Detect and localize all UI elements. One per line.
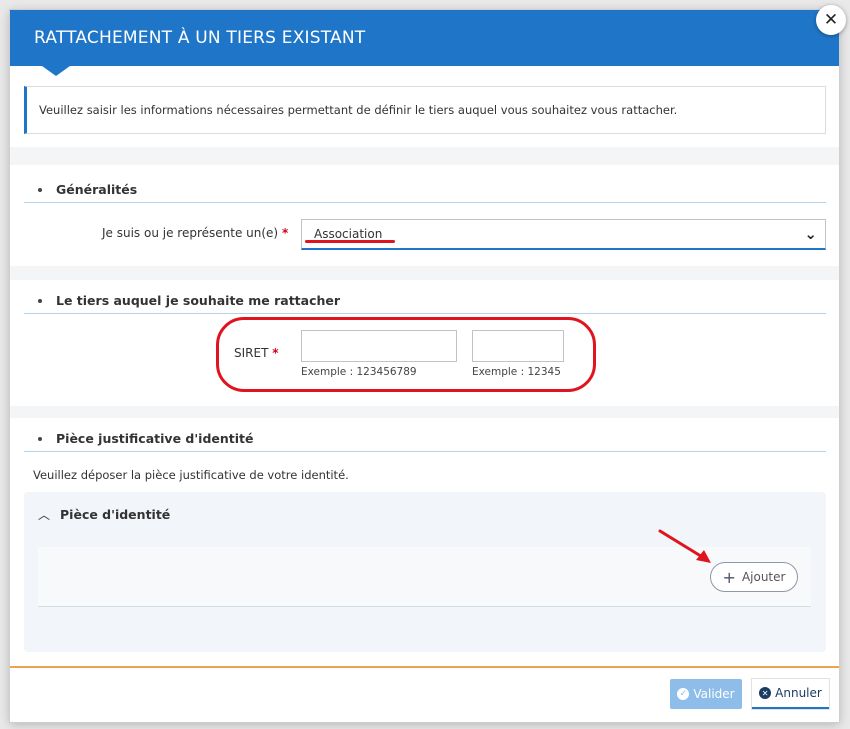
section-title: Pièce justificative d'identité — [56, 431, 254, 446]
cancel-button[interactable]: ✕ Annuler — [752, 679, 829, 709]
close-circle-icon: ✕ — [759, 687, 772, 699]
annotation-underline — [305, 240, 395, 243]
section-band — [10, 266, 839, 280]
required-marker: * — [281, 226, 289, 240]
validate-label: Valider — [693, 687, 735, 701]
siren-input[interactable] — [301, 330, 457, 362]
check-circle-icon: ✓ — [677, 688, 690, 700]
section-band — [10, 406, 839, 418]
tiers-type-select[interactable]: Association ⌄ — [301, 219, 826, 250]
info-message: Veuillez saisir les informations nécessa… — [24, 86, 826, 134]
siren-hint: Exemple : 123456789 — [301, 366, 417, 378]
section-generalites: Généralités — [24, 177, 826, 203]
select-value: Association — [314, 227, 383, 241]
footer-divider — [10, 666, 839, 668]
validate-button[interactable]: ✓ Valider — [670, 679, 742, 709]
panel-title: Pièce d'identité — [60, 507, 171, 522]
add-button-label: Ajouter — [741, 570, 786, 584]
bullet-icon — [38, 436, 42, 441]
close-icon: ✕ — [823, 10, 839, 30]
required-marker: * — [272, 346, 279, 360]
section-band — [10, 147, 839, 165]
info-text: Veuillez saisir les informations nécessa… — [39, 103, 678, 117]
section-tiers: Le tiers auquel je souhaite me rattacher — [24, 288, 826, 314]
section-title: Généralités — [56, 182, 138, 197]
annotation-arrow-icon — [658, 529, 711, 563]
add-document-button[interactable]: + Ajouter — [710, 562, 798, 592]
section-piece: Pièce justificative d'identité — [24, 426, 826, 452]
siret-label: SIRET * — [234, 346, 279, 360]
cancel-label: Annuler — [775, 686, 822, 700]
dialog-title: RATTACHEMENT À UN TIERS EXISTANT — [34, 28, 366, 48]
identity-panel: ︿ Pièce d'identité + Ajouter — [24, 492, 826, 652]
bullet-icon — [38, 187, 42, 192]
plus-icon: + — [722, 567, 736, 587]
close-dialog-button[interactable]: ✕ — [816, 5, 846, 35]
chevron-up-icon: ︿ — [38, 508, 51, 522]
chevron-down-icon: ⌄ — [804, 225, 817, 243]
section-title: Le tiers auquel je souhaite me rattacher — [56, 293, 341, 308]
bullet-icon — [38, 298, 42, 303]
attach-dialog: RATTACHEMENT À UN TIERS EXISTANT Veuille… — [10, 10, 839, 722]
panel-toggle[interactable]: ︿ Pièce d'identité — [38, 506, 170, 523]
upload-instructions: Veuillez déposer la pièce justificative … — [33, 468, 349, 482]
nic-input[interactable] — [472, 330, 564, 362]
nic-hint: Exemple : 12345 — [472, 366, 561, 378]
dialog-header: RATTACHEMENT À UN TIERS EXISTANT — [10, 10, 839, 76]
type-field-label: Je suis ou je représente un(e) * — [102, 226, 289, 240]
